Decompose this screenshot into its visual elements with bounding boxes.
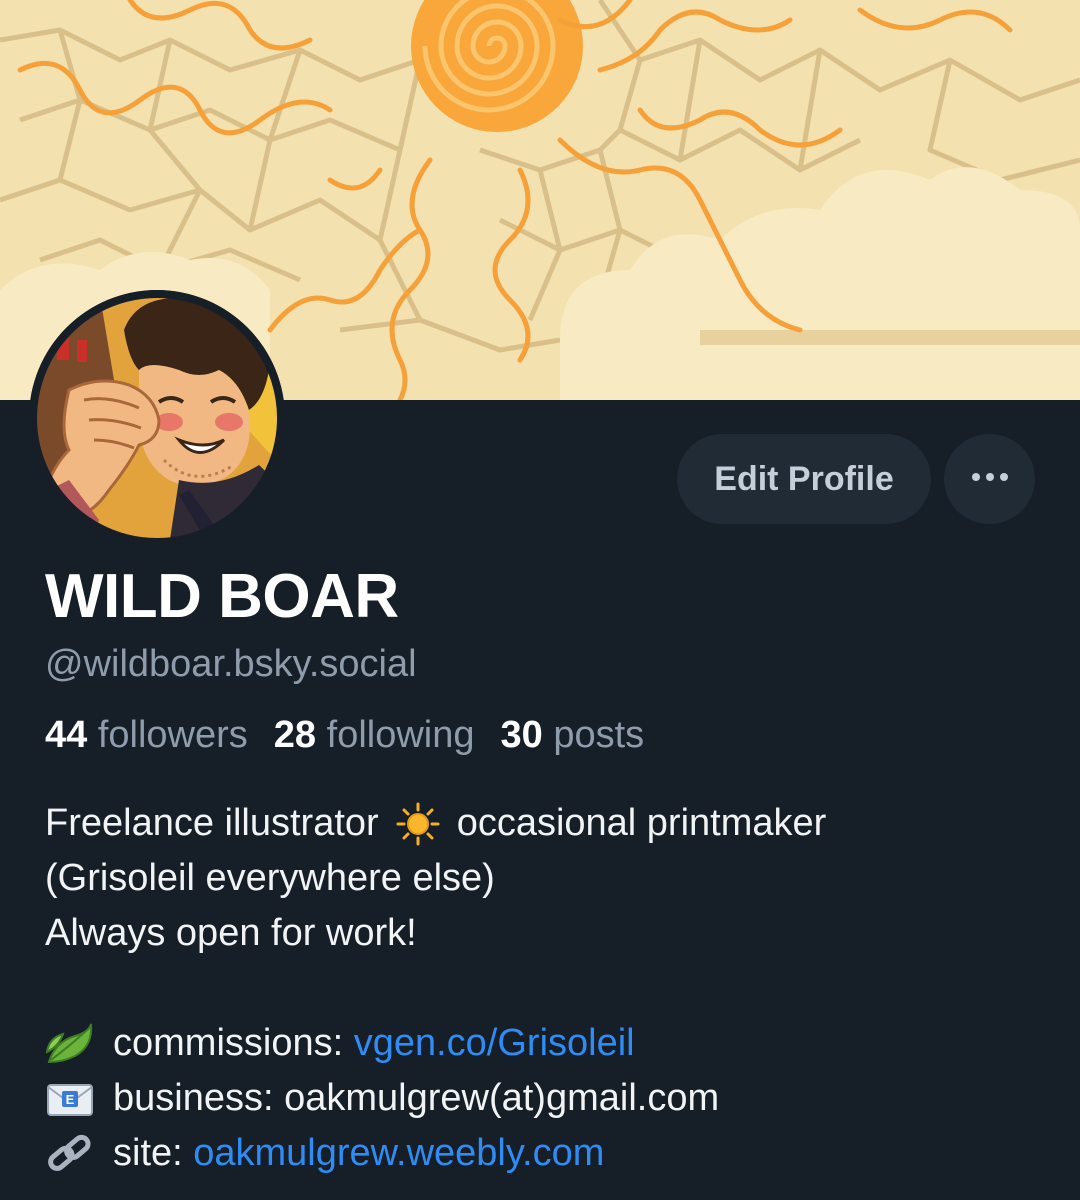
site-link[interactable]: oakmulgrew.weebly.com <box>193 1126 604 1181</box>
following-label: following <box>326 714 475 756</box>
bio-site: site: oakmulgrew.weebly.com <box>45 1126 1055 1181</box>
followers-count: 44 <box>45 714 88 756</box>
posts-count: 30 <box>500 714 543 756</box>
svg-text:E: E <box>66 1092 75 1107</box>
avatar[interactable] <box>29 290 285 546</box>
bio-line-2: (Grisoleil everywhere else) <box>45 857 495 899</box>
followers-stat[interactable]: 44 followers <box>45 712 248 758</box>
profile-handle[interactable]: @wildboar.bsky.social <box>45 642 417 686</box>
ellipsis-icon <box>970 470 1010 488</box>
email-icon: E <box>45 1077 95 1121</box>
bio-text-illustrator: Freelance illustrator <box>45 802 379 844</box>
sun-icon <box>393 802 443 846</box>
followers-label: followers <box>97 714 248 756</box>
bio-line-1: Freelance illustrator occasional printma… <box>45 796 1055 851</box>
posts-label: posts <box>553 714 645 756</box>
link-icon <box>45 1132 95 1176</box>
bio-blank-line <box>45 961 1055 1016</box>
site-label: site: <box>113 1132 194 1174</box>
profile-bio: Freelance illustrator occasional printma… <box>45 796 1055 1181</box>
display-name: WILD BOAR <box>45 562 399 631</box>
more-options-button[interactable] <box>944 434 1035 524</box>
bio-line-3: Always open for work! <box>45 912 417 954</box>
bio-business: E business: oakmulgrew(at)gmail.com <box>45 1071 1055 1126</box>
posts-stat: 30 posts <box>501 712 645 758</box>
commissions-label: commissions: <box>113 1022 354 1064</box>
following-count: 28 <box>273 714 317 756</box>
commissions-link[interactable]: vgen.co/Grisoleil <box>354 1016 635 1071</box>
business-text: business: oakmulgrew(at)gmail.com <box>113 1077 720 1119</box>
profile-stats: 44 followers 28 following 30 posts <box>45 712 670 758</box>
edit-profile-button[interactable]: Edit Profile <box>677 434 931 524</box>
bio-commissions: commissions: vgen.co/Grisoleil <box>45 1016 1055 1071</box>
following-stat[interactable]: 28 following <box>274 712 475 758</box>
leaves-icon <box>45 1022 95 1066</box>
bio-text-printmaker: occasional printmaker <box>456 802 827 844</box>
